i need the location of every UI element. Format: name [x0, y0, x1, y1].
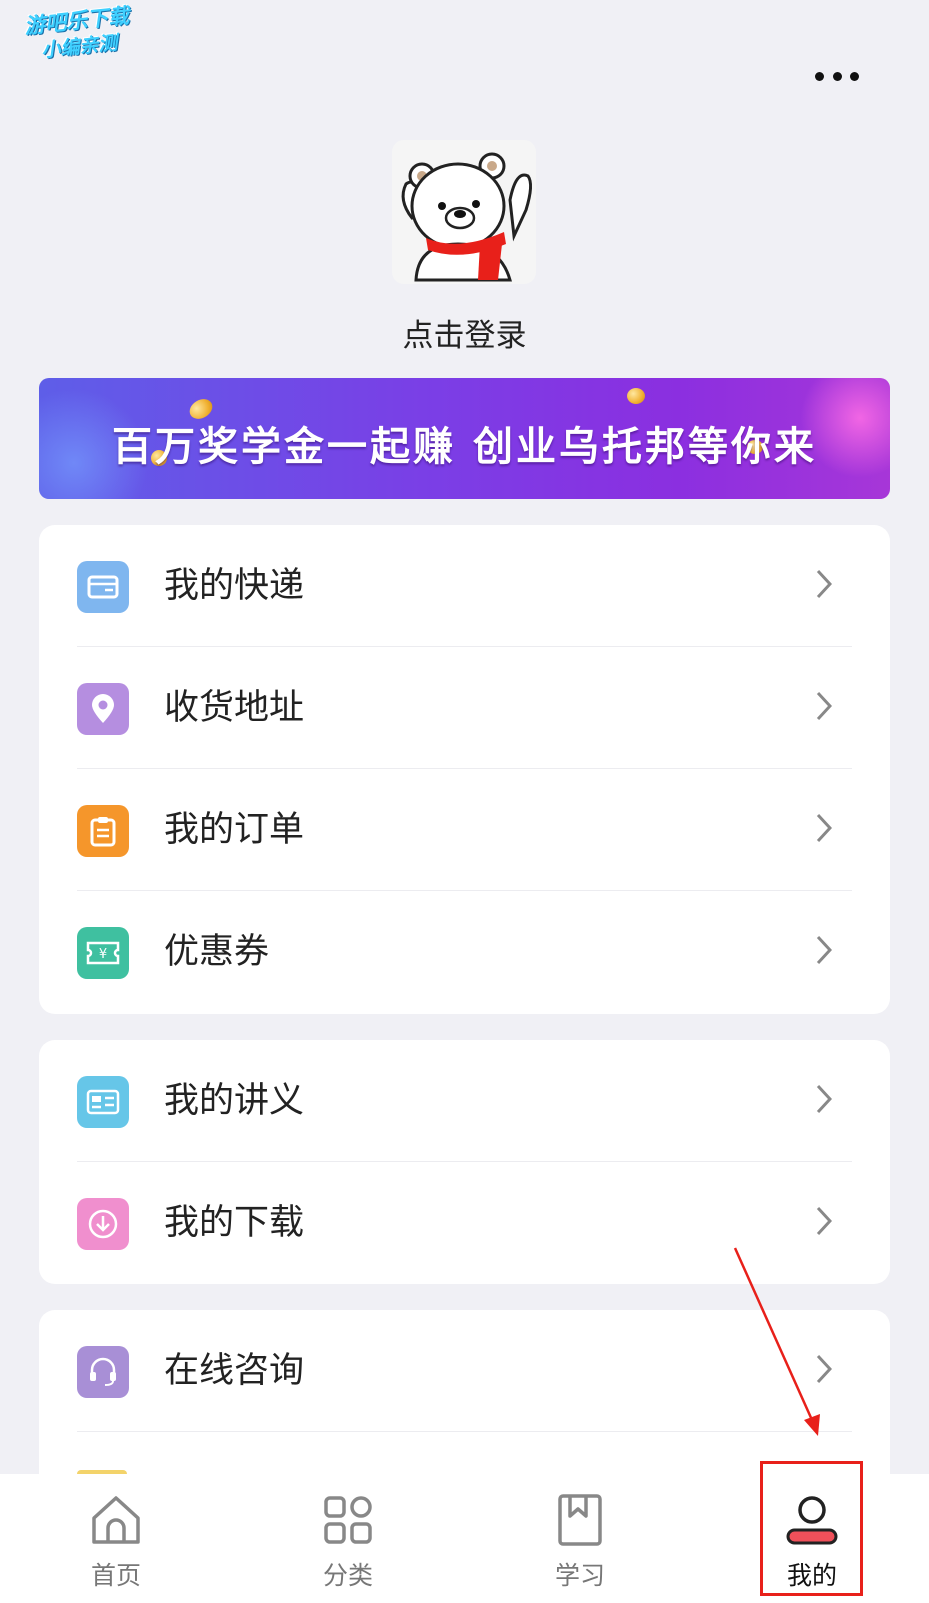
tab-label: 首页 [90, 1561, 141, 1590]
menu-item-express[interactable]: 我的快递 [39, 525, 890, 647]
menu-item-label: 我的快递 [164, 566, 305, 606]
tab-category[interactable]: 分类 [232, 1474, 464, 1603]
menu-item-coupons[interactable]: ¥ 优惠券 [39, 891, 890, 1013]
polar-bear-avatar-icon[interactable] [392, 140, 536, 284]
tab-study[interactable]: 学习 [464, 1474, 696, 1603]
menu-item-label: 我的订单 [164, 810, 305, 850]
menu-item-orders[interactable]: 我的订单 [39, 769, 890, 891]
svg-text:¥: ¥ [99, 947, 107, 962]
home-icon [92, 1496, 140, 1544]
chevron-right-icon [816, 691, 832, 721]
menu-item-label: 在线咨询 [164, 1351, 305, 1391]
menu-item-label: 我的下载 [164, 1203, 305, 1243]
menu-card-learning: 我的讲义 我的下载 [39, 1040, 890, 1284]
login-link[interactable]: 点击登录 [0, 310, 929, 355]
chevron-right-icon [816, 1206, 832, 1236]
location-pin-icon [77, 683, 129, 735]
highlight-box [760, 1461, 863, 1596]
category-grid-icon [324, 1496, 372, 1544]
menu-item-label: 优惠券 [164, 932, 270, 972]
menu-item-address[interactable]: 收货地址 [39, 647, 890, 769]
menu-item-handouts[interactable]: 我的讲义 [39, 1040, 890, 1162]
more-dots-icon[interactable] [815, 68, 859, 84]
chevron-right-icon [816, 1354, 832, 1384]
chevron-right-icon [816, 813, 832, 843]
menu-item-consult[interactable]: 在线咨询 [39, 1310, 890, 1432]
menu-item-downloads[interactable]: 我的下载 [39, 1162, 890, 1284]
order-clipboard-icon [77, 805, 129, 857]
headset-icon [77, 1346, 129, 1398]
menu-item-label: 收货地址 [164, 688, 305, 728]
menu-item-label: 我的讲义 [164, 1081, 305, 1121]
chevron-right-icon [816, 935, 832, 965]
promo-banner[interactable]: 百万奖学金一起赚 创业乌托邦等你来 [39, 378, 890, 499]
study-bookmark-icon [558, 1494, 602, 1546]
coupon-icon: ¥ [77, 927, 129, 979]
express-box-icon [77, 561, 129, 613]
menu-card-orders: 我的快递 收货地址 我的订单 ¥ 优惠券 [39, 525, 890, 1014]
tab-home[interactable]: 首页 [0, 1474, 232, 1603]
chevron-right-icon [816, 569, 832, 599]
handout-book-icon [77, 1076, 129, 1128]
banner-text: 百万奖学金一起赚 创业乌托邦等你来 [112, 424, 817, 470]
chevron-right-icon [816, 1084, 832, 1114]
tab-label: 学习 [554, 1561, 605, 1590]
tab-label: 分类 [322, 1561, 373, 1590]
download-icon [77, 1198, 129, 1250]
watermark-logo: 游吧乐下载 小编亲测 [6, 1, 151, 67]
